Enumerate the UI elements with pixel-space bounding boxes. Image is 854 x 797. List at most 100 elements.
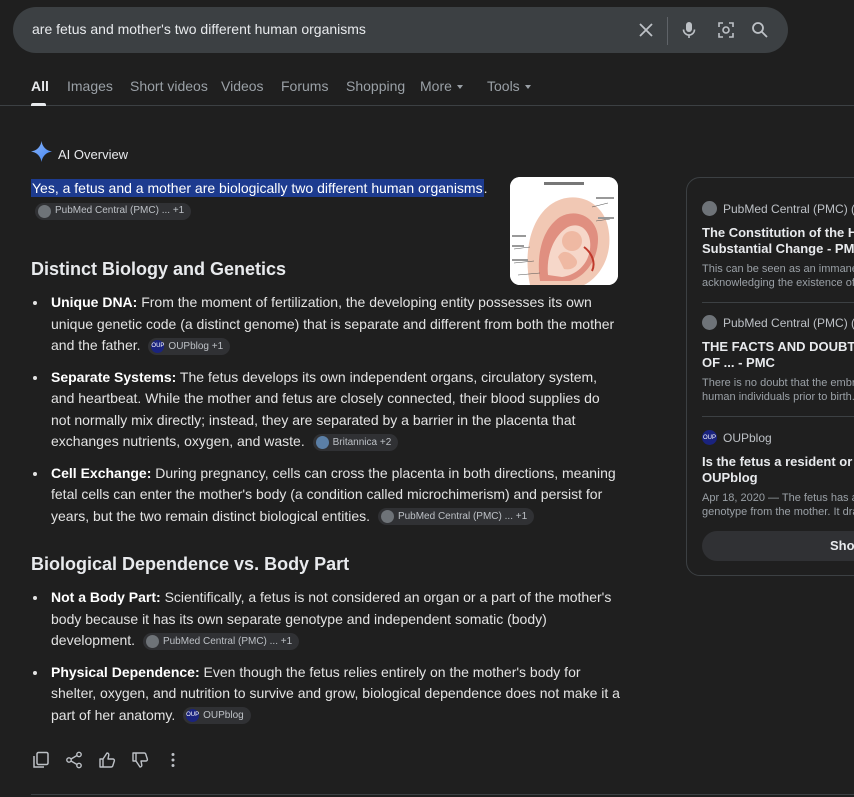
pmc-icon [145, 634, 159, 648]
citation-chip[interactable]: OUP OUPblog [183, 707, 251, 725]
list-item: Physical Dependence: Even though the fet… [31, 662, 621, 727]
ai-overview-title: AI Overview [58, 146, 129, 162]
source-title-line: Substantial Change - PMC [702, 241, 854, 256]
list-item: Separate Systems: The fetus develops its… [31, 367, 621, 453]
bullet-term: Unique DNA: [51, 294, 138, 310]
citation-chip-label: PubMed Central (PMC) ... +1 [162, 635, 293, 647]
share-icon[interactable] [64, 750, 84, 770]
source-snippet: Apr 18, 2020 — The fetus has a genotype f… [702, 491, 854, 519]
list-item: Cell Exchange: During pregnancy, cells c… [31, 463, 621, 528]
thumbs-down-icon[interactable] [130, 750, 150, 770]
active-tab-indicator [31, 103, 46, 106]
oup-icon: OUP [702, 430, 717, 445]
oup-icon: OUP [186, 709, 199, 723]
source-title[interactable]: The Constitution of the HumSubstantial C… [702, 225, 854, 257]
source-card[interactable]: PubMed Central (PMC) (.go The Constituti… [702, 201, 854, 290]
overview-actions [31, 750, 183, 770]
source-title[interactable]: THE FACTS AND DOUBTS OF ... - PMC [702, 339, 854, 371]
tab-more[interactable]: More [420, 78, 463, 94]
bullet-term: Not a Body Part: [51, 589, 161, 605]
oup-icon: OUP [151, 339, 164, 353]
tab-forums[interactable]: Forums [281, 78, 328, 94]
tab-all[interactable]: All [31, 78, 49, 94]
copy-icon[interactable] [31, 750, 51, 770]
source-card[interactable]: OUP OUPblog Is the fetus a resident or a … [702, 430, 854, 519]
tab-tools[interactable]: Tools [487, 78, 531, 94]
divider [702, 416, 854, 417]
bullet-term: Separate Systems: [51, 368, 177, 385]
citation-chip-label: PubMed Central (PMC) ... +1 [55, 205, 185, 217]
list-item: Unique DNA: From the moment of fertiliza… [31, 292, 621, 357]
microphone-icon[interactable] [678, 19, 700, 41]
source-site: PubMed Central (PMC) (.go [702, 201, 854, 216]
tab-tools-label: Tools [487, 78, 520, 94]
citation-chip[interactable]: PubMed Central (PMC) ... +1 [142, 632, 300, 650]
source-title[interactable]: Is the fetus a resident or a bOUPblog [702, 454, 854, 486]
list-item: Not a Body Part: Scientifically, a fetus… [31, 587, 621, 652]
section-heading: Distinct Biology and Genetics [31, 259, 287, 279]
britannica-icon [315, 435, 329, 449]
bullet-term: Cell Exchange: [51, 464, 152, 481]
more-options-icon[interactable] [163, 750, 183, 770]
search-input[interactable]: are fetus and mother's two different hum… [32, 21, 366, 37]
source-title-line: OUPblog [702, 470, 758, 485]
source-site-label: PubMed Central (PMC) (.go [723, 201, 854, 216]
tab-videos[interactable]: Videos [221, 78, 264, 94]
source-title-line: The Constitution of the Hum [702, 225, 854, 240]
source-snippet-line: Apr 18, 2020 — The fetus has a [702, 492, 854, 504]
clear-icon[interactable] [635, 19, 657, 41]
source-site: OUP OUPblog [702, 430, 854, 445]
search-icon[interactable] [749, 19, 771, 41]
section-bullets: Unique DNA: From the moment of fertiliza… [31, 292, 621, 537]
tab-images[interactable]: Images [67, 78, 113, 94]
source-site-label: OUPblog [723, 430, 772, 445]
camera-search-icon[interactable] [715, 19, 737, 41]
source-snippet: There is no doubt that the embr human ind… [702, 376, 854, 404]
citation-chip-label: Britannica +2 [332, 436, 392, 448]
show-all-button[interactable]: Show [702, 531, 854, 561]
tab-short-videos[interactable]: Short videos [130, 78, 208, 94]
overview-answer: Yes, a fetus and a mother are biological… [31, 177, 501, 221]
ai-overview-header: AI Overview [31, 141, 128, 167]
citation-chip-label: OUPblog +1 [168, 340, 224, 352]
source-snippet-line: genotype from the mother. It dra [702, 506, 854, 518]
section-heading: Biological Dependence vs. Body Part [31, 554, 350, 574]
search-bar[interactable]: are fetus and mother's two different hum… [13, 7, 788, 53]
source-snippet-line: There is no doubt that the embr [702, 377, 854, 389]
section-bullets: Not a Body Part: Scientifically, a fetus… [31, 587, 621, 736]
search-tabs: All Images Short videos Videos Forums Sh… [0, 66, 854, 106]
pmc-icon [702, 201, 717, 216]
citation-chip[interactable]: Britannica +2 [312, 433, 399, 451]
citation-chip-label: PubMed Central (PMC) ... +1 [397, 511, 528, 523]
source-title-line: Is the fetus a resident or a b [702, 454, 854, 469]
source-snippet-line: acknowledging the existence of [702, 277, 854, 289]
pmc-icon [702, 315, 717, 330]
tab-shopping[interactable]: Shopping [346, 78, 405, 94]
citation-chip-label: OUPblog [203, 710, 244, 722]
divider [702, 302, 854, 303]
search-divider [667, 17, 668, 45]
source-card[interactable]: PubMed Central (PMC) (.go THE FACTS AND … [702, 315, 854, 404]
citation-chip[interactable]: OUP OUPblog +1 [148, 337, 231, 355]
answer-period: . [483, 180, 488, 196]
pmc-icon [38, 204, 51, 218]
divider [31, 794, 854, 795]
citation-chip[interactable]: PubMed Central (PMC) ... +1 [377, 508, 535, 526]
source-snippet-line: human individuals prior to birth. [702, 391, 854, 403]
thumbs-up-icon[interactable] [97, 750, 117, 770]
tab-more-label: More [420, 78, 452, 94]
source-site-label: PubMed Central (PMC) (.go [723, 315, 854, 330]
fetus-diagram-thumbnail[interactable] [510, 177, 618, 285]
citation-chip[interactable]: PubMed Central (PMC) ... +1 [35, 202, 192, 220]
pmc-icon [380, 510, 394, 524]
source-site: PubMed Central (PMC) (.go [702, 315, 854, 330]
bullet-term: Physical Dependence: [51, 663, 200, 680]
show-all-label: Show [830, 538, 854, 553]
sources-panel: PubMed Central (PMC) (.go The Constituti… [686, 177, 854, 576]
chevron-down-icon [456, 85, 463, 90]
highlighted-answer: Yes, a fetus and a mother are biological… [31, 179, 484, 197]
source-snippet-line: This can be seen as an immane [702, 263, 854, 275]
source-title-line: THE FACTS AND DOUBTS [702, 339, 854, 354]
source-title-line: OF ... - PMC [702, 355, 775, 370]
sparkle-icon [31, 141, 52, 167]
